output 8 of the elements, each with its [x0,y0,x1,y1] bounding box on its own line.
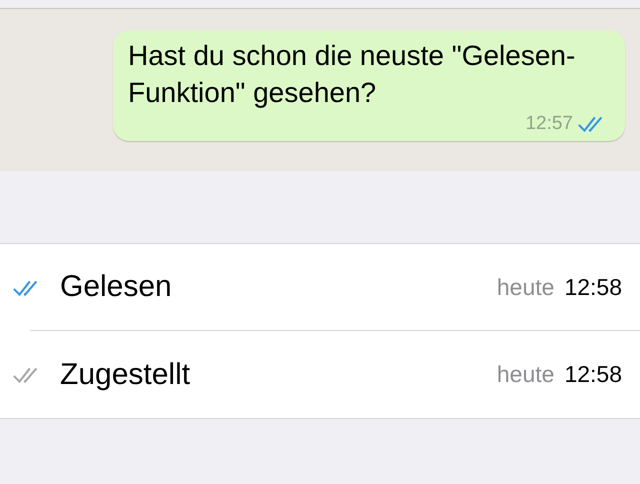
message-text: Hast du schon die neuste "Gelesen-Funktion" gesehen? [128,39,576,110]
message-time: 12:57 [525,113,573,135]
receipt-day: heute [496,361,554,388]
receipt-day: heute [496,274,554,300]
receipt-time: 12:58 [564,274,622,300]
receipt-time: 12:58 [564,361,622,388]
receipt-label: Zugestellt [60,358,192,392]
receipt-label: Gelesen [60,270,173,304]
